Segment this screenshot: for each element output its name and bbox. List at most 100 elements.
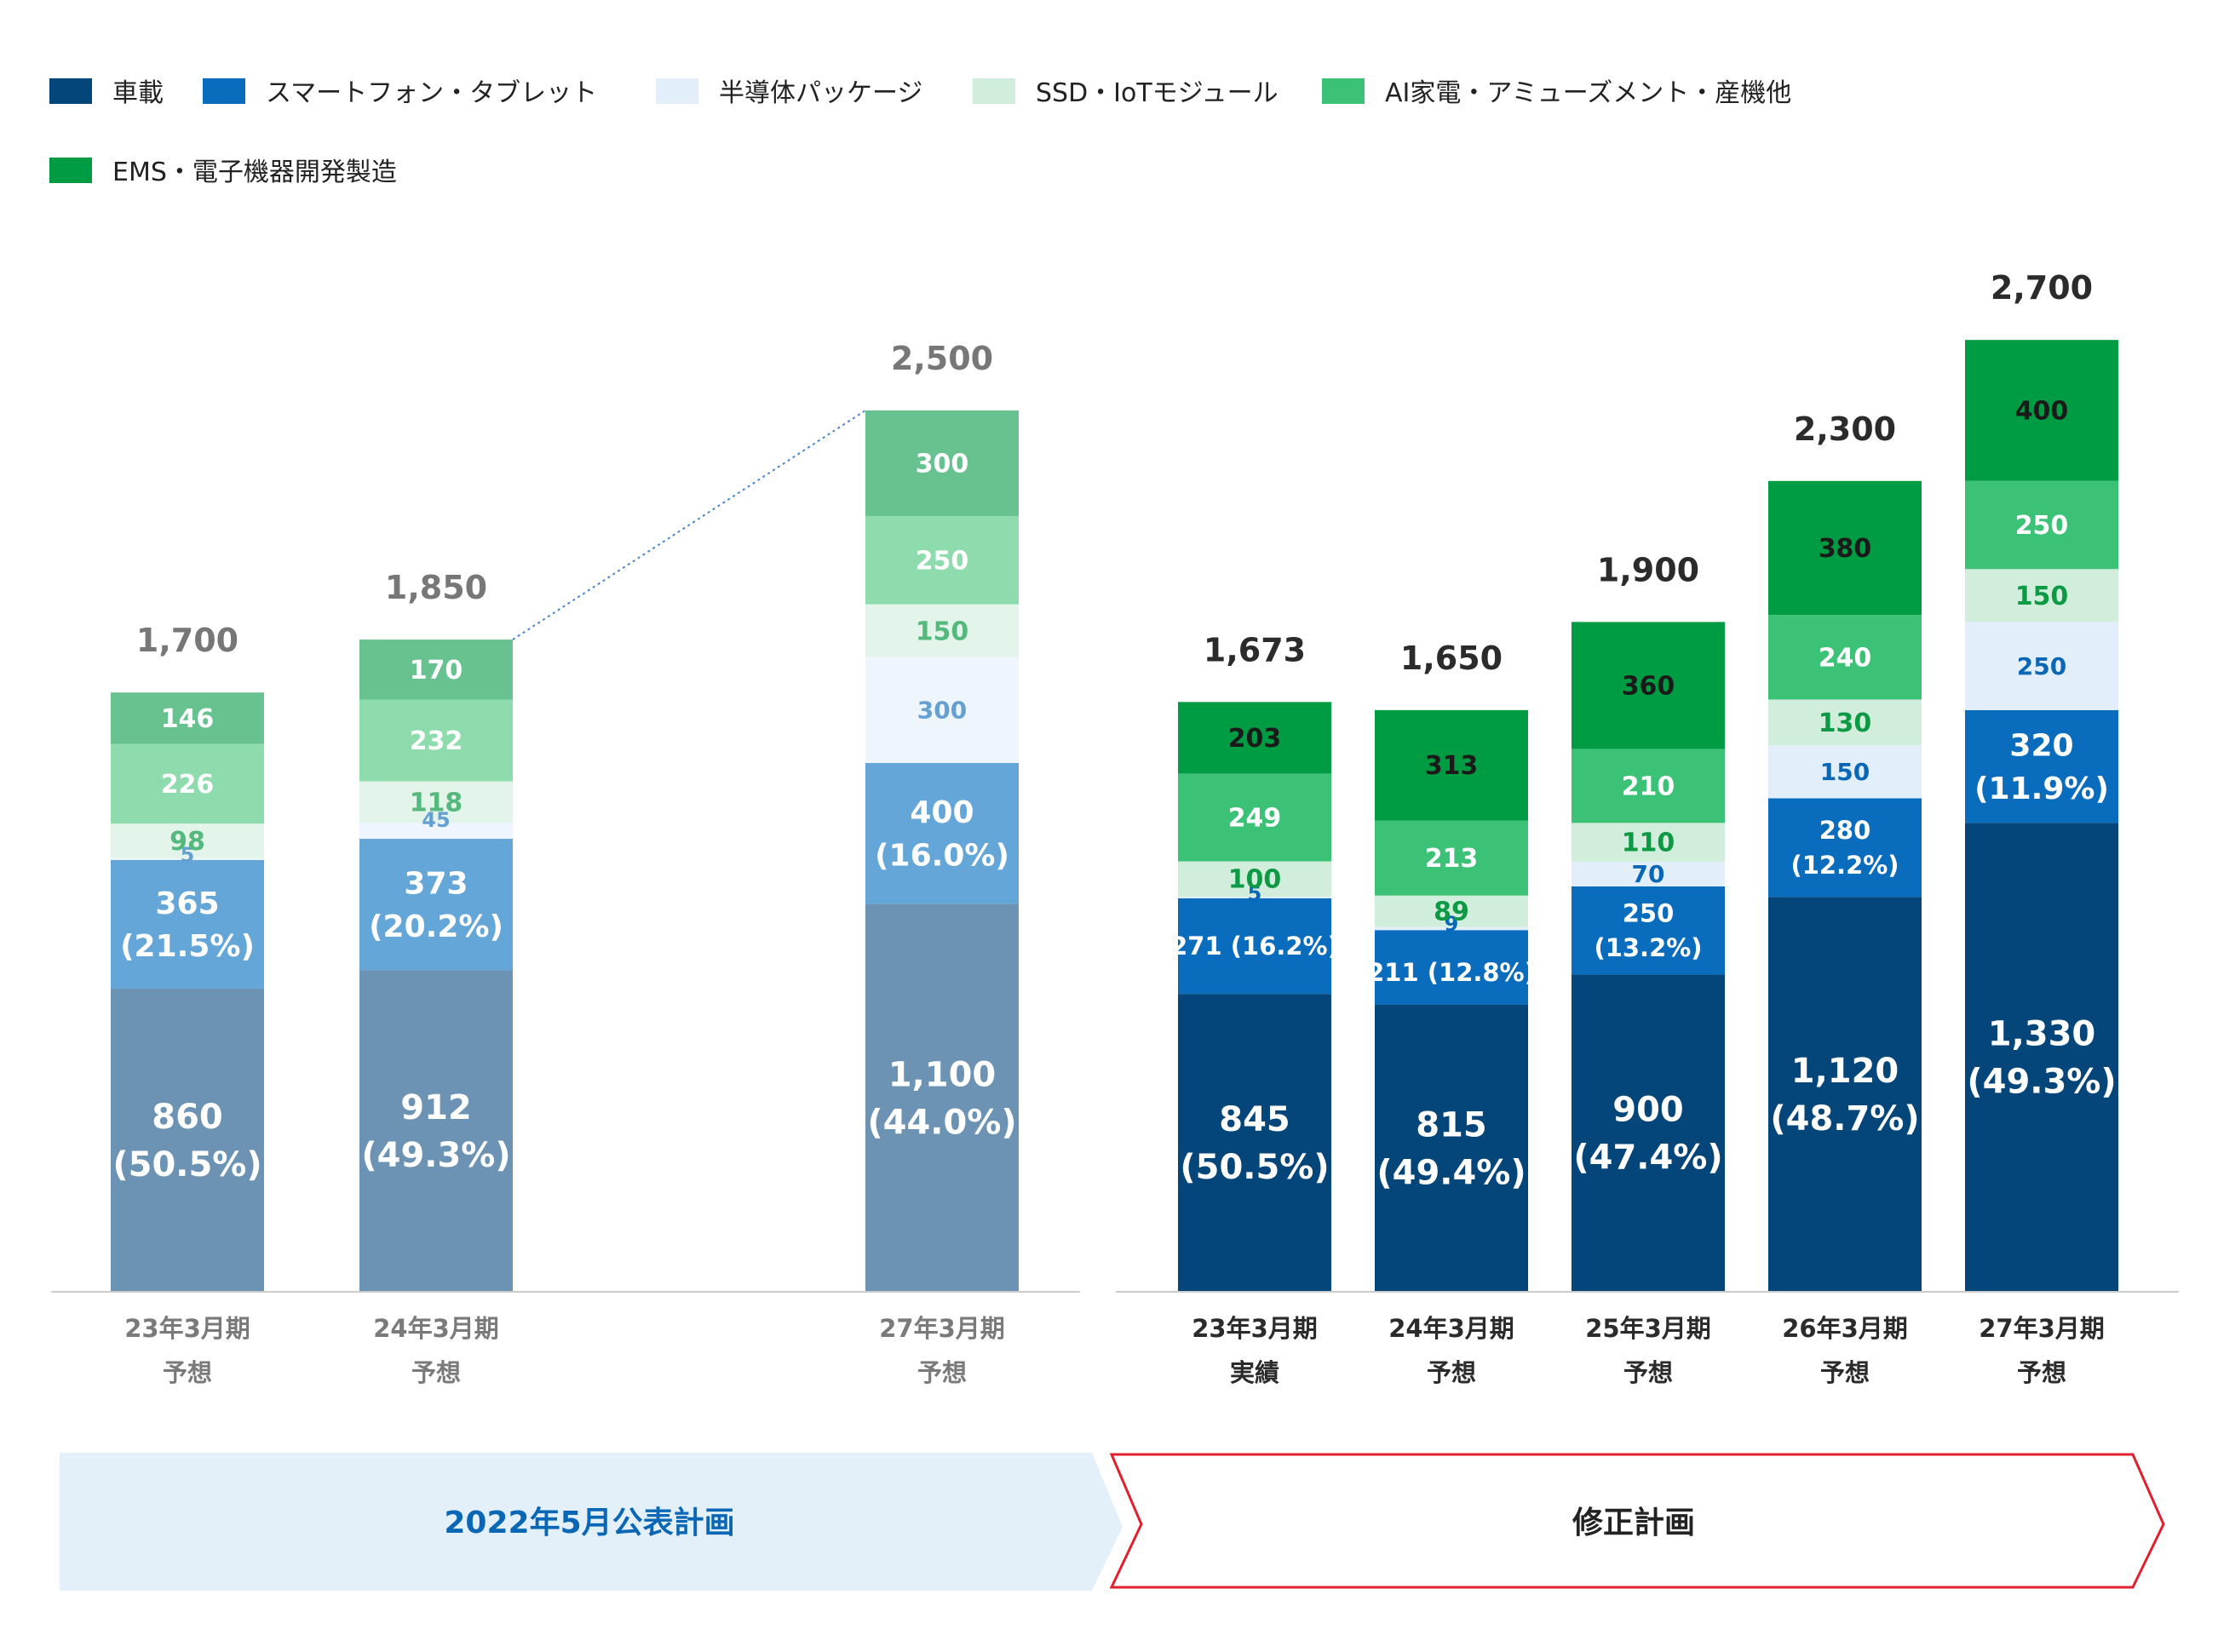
segment-label: 912	[400, 1088, 472, 1127]
bar-segment	[111, 859, 264, 989]
bar-segment	[865, 903, 1019, 1292]
category-label: 24年3月期	[1388, 1314, 1514, 1343]
segment-label: 400	[2015, 397, 2069, 427]
category-label: 予想	[2017, 1358, 2066, 1387]
legend-label: SSD・IoTモジュール	[1036, 78, 1279, 108]
category-label: 26年3月期	[1782, 1314, 1908, 1343]
segment-label: 89	[1434, 898, 1469, 927]
legend-swatch	[49, 78, 92, 104]
segment-label: (50.5%)	[1180, 1148, 1329, 1187]
segment-label: (49.4%)	[1376, 1153, 1526, 1192]
bars: 860(50.5%)365(21.5%)5982261461,700912(49…	[111, 269, 2118, 1292]
category-label: 27年3月期	[879, 1314, 1005, 1343]
segment-label: 110	[1622, 829, 1675, 858]
segment-label: 118	[410, 788, 463, 817]
bar-segment	[1178, 994, 1331, 1292]
segment-label: 1,100	[888, 1055, 997, 1094]
segment-label: (12.2%)	[1790, 851, 1899, 880]
banners: 2022年5月公表計画 修正計画	[60, 1453, 2165, 1591]
segment-label: 250	[1623, 899, 1675, 928]
segment-label: 271 (16.2%)	[1170, 932, 1339, 961]
segment-label: 170	[410, 656, 463, 685]
segment-label: 70	[1632, 860, 1665, 888]
legend-label: 車載	[112, 78, 164, 108]
segment-label: 300	[916, 450, 969, 479]
legend: 車載 スマートフォン・タブレット 半導体パッケージ SSD・IoTモジュール AI家電・…	[49, 78, 1791, 187]
segment-label: 130	[1819, 708, 1872, 738]
banner-right-label: 修正計画	[1572, 1506, 1695, 1540]
bar-segment	[1768, 897, 1922, 1292]
banner-left-label: 2022年5月公表計画	[444, 1506, 734, 1540]
segment-label: 815	[1416, 1105, 1487, 1144]
segment-label: 98	[170, 827, 205, 857]
segment-label: 146	[161, 704, 215, 734]
category-label: 予想	[411, 1358, 461, 1387]
dotted-connector	[512, 410, 866, 640]
segment-label: 280	[1819, 816, 1871, 845]
legend-swatch	[203, 78, 245, 104]
category-label: 24年3月期	[373, 1314, 499, 1343]
bar-segment	[1375, 1004, 1528, 1292]
segment-label: 860	[152, 1098, 223, 1137]
segment-label: 150	[916, 617, 969, 646]
segment-label: 250	[2015, 511, 2069, 541]
segment-label: 900	[1612, 1091, 1684, 1130]
segment-label: 320	[2009, 729, 2073, 764]
legend-swatch	[973, 78, 1015, 104]
segment-label: 845	[1219, 1100, 1290, 1139]
segment-label: (48.7%)	[1770, 1099, 1919, 1139]
legend-label: スマートフォン・タブレット	[266, 78, 597, 108]
segment-label: 211 (12.8%)	[1367, 958, 1536, 987]
legend-label: AI家電・アミューズメント・産機他	[1385, 78, 1791, 108]
category-label: 予想	[1623, 1358, 1673, 1387]
category-label: 23年3月期	[1192, 1314, 1318, 1343]
bar-segment	[865, 763, 1019, 904]
segment-label: (20.2%)	[369, 909, 503, 944]
segment-label: 226	[161, 770, 215, 800]
category-label: 予想	[1427, 1358, 1476, 1387]
segment-label: 360	[1622, 671, 1675, 701]
stacked-bar-chart: 車載 スマートフォン・タブレット 半導体パッケージ SSD・IoTモジュール AI家電・…	[49, 78, 2179, 1591]
legend-swatch	[1322, 78, 1365, 104]
legend-swatch	[49, 158, 92, 183]
segment-label: 232	[410, 726, 463, 756]
total-label: 1,700	[136, 622, 238, 659]
segment-label: (13.2%)	[1594, 933, 1702, 962]
segment-label: (47.4%)	[1573, 1139, 1722, 1178]
segment-label: 365	[155, 886, 219, 921]
segment-label: (16.0%)	[875, 839, 1009, 874]
segment-label: 300	[917, 697, 967, 725]
total-label: 1,850	[385, 569, 487, 606]
segment-label: 240	[1819, 643, 1872, 673]
segment-label: (11.9%)	[1974, 772, 2109, 806]
segment-label: 249	[1228, 803, 1282, 833]
category-label: 予想	[917, 1358, 967, 1387]
total-label: 2,300	[1794, 410, 1896, 448]
segment-label: 203	[1228, 724, 1282, 754]
total-label: 1,650	[1400, 640, 1503, 677]
segment-label: (49.3%)	[1967, 1063, 2116, 1102]
segment-label: 400	[910, 795, 974, 830]
segment-label: (50.5%)	[112, 1145, 261, 1185]
category-label: 予想	[1820, 1358, 1870, 1387]
segment-label: (44.0%)	[867, 1103, 1016, 1142]
segment-label: 313	[1425, 751, 1479, 781]
segment-label: 100	[1228, 865, 1282, 895]
legend-label: 半導体パッケージ	[719, 78, 922, 108]
segment-label: (21.5%)	[120, 929, 255, 964]
bar-segment	[359, 839, 513, 971]
segment-label: 250	[2017, 652, 2066, 680]
segment-label: 213	[1425, 844, 1479, 874]
segment-label: 1,330	[1988, 1015, 2096, 1054]
total-label: 1,673	[1204, 631, 1306, 668]
segment-label: 1,120	[1791, 1052, 1899, 1091]
category-label: 27年3月期	[1979, 1314, 2105, 1343]
segment-label: 373	[404, 867, 468, 902]
segment-label: (49.3%)	[361, 1136, 510, 1175]
bar-segment	[111, 988, 264, 1292]
legend-swatch	[656, 78, 698, 104]
bar-segment	[1768, 798, 1922, 898]
segment-label: 380	[1819, 534, 1872, 564]
category-label: 25年3月期	[1585, 1314, 1711, 1343]
bar-segment	[359, 970, 513, 1292]
